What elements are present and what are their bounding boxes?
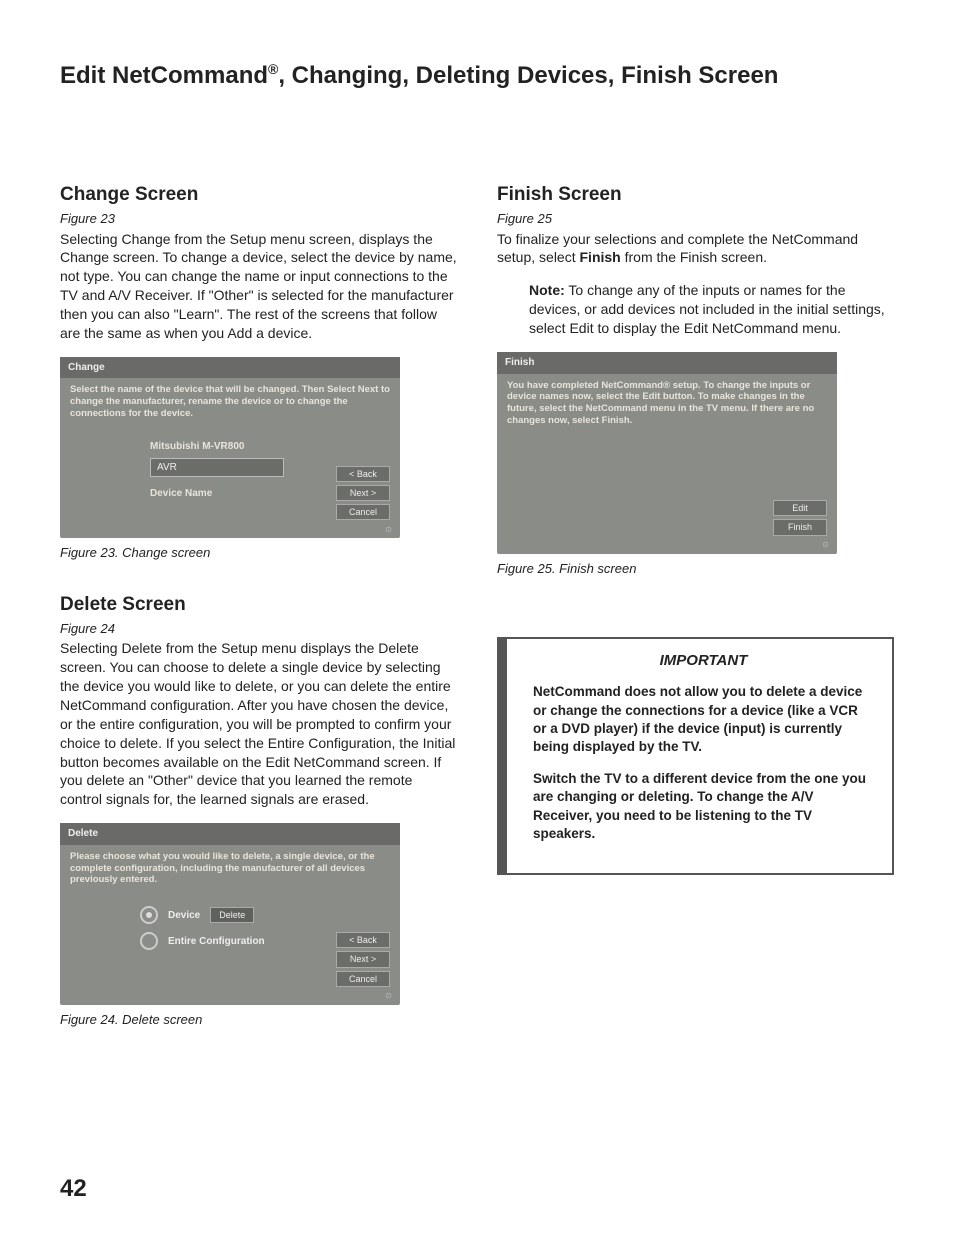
delete-fig-caption: Figure 24. Delete screen xyxy=(60,1011,457,1029)
delete-body: Selecting Delete from the Setup menu dis… xyxy=(60,639,457,809)
change-ss-instructions: Select the name of the device that will … xyxy=(70,384,390,420)
entire-config-label: Entire Configuration xyxy=(168,935,265,949)
delete-heading: Delete Screen xyxy=(60,592,457,618)
device-label: Device xyxy=(168,909,200,923)
finish-fig-ref: Figure 25 xyxy=(497,210,894,228)
page-number: 42 xyxy=(60,1173,87,1205)
title-text-1: Edit NetCommand xyxy=(60,62,268,89)
change-heading: Change Screen xyxy=(60,182,457,208)
finish-heading: Finish Screen xyxy=(497,182,894,208)
change-body: Selecting Change from the Setup menu scr… xyxy=(60,230,457,343)
important-p2: Switch the TV to a different device from… xyxy=(533,770,874,843)
corner-icon: ⊙ xyxy=(385,525,392,536)
radio-selected-icon xyxy=(140,906,158,924)
back-button[interactable]: < Back xyxy=(336,932,390,948)
corner-icon: ⊙ xyxy=(822,540,829,551)
finish-body-post: from the Finish screen. xyxy=(621,249,767,265)
finish-note: Note: To change any of the inputs or nam… xyxy=(529,281,894,338)
change-fig-caption: Figure 23. Change screen xyxy=(60,544,457,562)
delete-screenshot: Delete Please choose what you would like… xyxy=(60,823,400,1005)
back-button[interactable]: < Back xyxy=(336,466,390,482)
note-label: Note: xyxy=(529,282,565,298)
delete-option-device[interactable]: Device Delete xyxy=(140,906,390,924)
change-ss-device-input[interactable]: AVR xyxy=(150,458,284,478)
change-ss-manufacturer: Mitsubishi M-VR800 xyxy=(150,440,390,454)
change-ss-title: Change xyxy=(60,357,400,379)
finish-button[interactable]: Finish xyxy=(773,519,827,535)
finish-body-bold: Finish xyxy=(580,249,621,265)
important-p1: NetCommand does not allow you to delete … xyxy=(533,683,874,756)
finish-ss-instructions: You have completed NetCommand® setup. To… xyxy=(507,380,827,428)
delete-ss-title: Delete xyxy=(60,823,400,845)
important-title: IMPORTANT xyxy=(533,651,874,671)
next-button[interactable]: Next > xyxy=(336,485,390,501)
registered-mark: ® xyxy=(268,61,278,77)
left-column: Change Screen Figure 23 Selecting Change… xyxy=(60,182,457,1058)
finish-screenshot: Finish You have completed NetCommand® se… xyxy=(497,352,837,554)
finish-body: To finalize your selections and complete… xyxy=(497,230,894,268)
right-column: Finish Screen Figure 25 To finalize your… xyxy=(497,182,894,1058)
device-delete-box[interactable]: Delete xyxy=(210,907,254,923)
important-box: IMPORTANT NetCommand does not allow you … xyxy=(497,637,894,875)
cancel-button[interactable]: Cancel xyxy=(336,504,390,520)
corner-icon: ⊙ xyxy=(385,991,392,1002)
cancel-button[interactable]: Cancel xyxy=(336,971,390,987)
finish-ss-title: Finish xyxy=(497,352,837,374)
change-fig-ref: Figure 23 xyxy=(60,210,457,228)
edit-button[interactable]: Edit xyxy=(773,500,827,516)
radio-unselected-icon xyxy=(140,932,158,950)
change-screenshot: Change Select the name of the device tha… xyxy=(60,357,400,539)
delete-ss-instructions: Please choose what you would like to del… xyxy=(70,851,390,887)
delete-fig-ref: Figure 24 xyxy=(60,620,457,638)
finish-fig-caption: Figure 25. Finish screen xyxy=(497,560,894,578)
next-button[interactable]: Next > xyxy=(336,951,390,967)
page-title: Edit NetCommand®, Changing, Deleting Dev… xyxy=(60,60,894,92)
note-text: To change any of the inputs or names for… xyxy=(529,282,885,336)
title-text-2: , Changing, Deleting Devices, Finish Scr… xyxy=(278,62,778,89)
